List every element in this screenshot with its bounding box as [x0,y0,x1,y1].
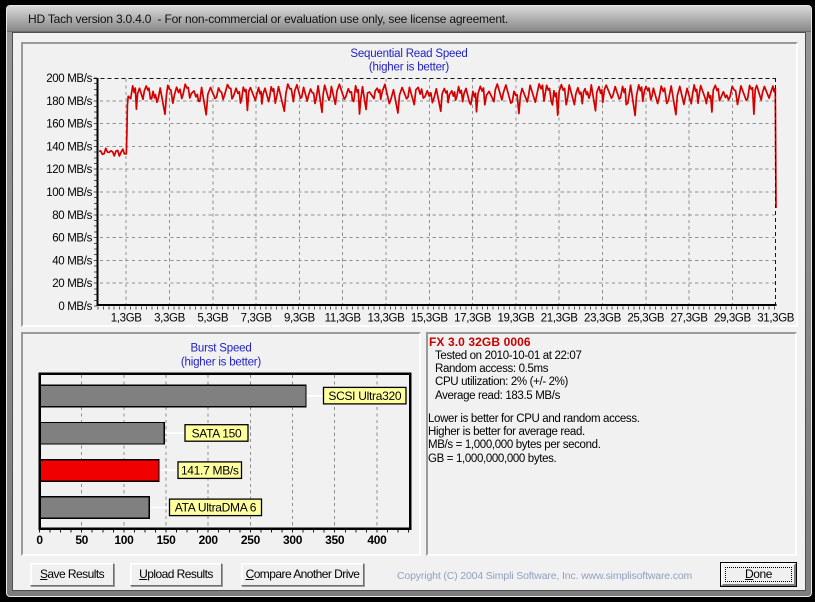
svg-text:SCSI Ultra320: SCSI Ultra320 [328,389,401,403]
svg-text:100 MB/s: 100 MB/s [46,187,92,199]
svg-text:29,3GB: 29,3GB [714,313,752,325]
svg-text:11,3GB: 11,3GB [325,313,362,325]
svg-text:(higher is better): (higher is better) [369,62,449,74]
svg-text:140 MB/s: 140 MB/s [46,141,92,153]
svg-text:23,3GB: 23,3GB [584,313,622,325]
svg-text:Sequential Read Speed: Sequential Read Speed [350,48,467,60]
svg-text:17,3GB: 17,3GB [454,313,492,325]
svg-text:160 MB/s: 160 MB/s [46,119,92,131]
svg-text:200: 200 [199,533,219,547]
svg-text:3,3GB: 3,3GB [154,313,186,325]
svg-text:25,3GB: 25,3GB [627,313,665,325]
svg-text:7,3GB: 7,3GB [241,313,273,325]
svg-text:250: 250 [241,533,261,547]
svg-text:13,3GB: 13,3GB [368,313,406,325]
svg-text:350: 350 [325,533,345,547]
svg-text:15,3GB: 15,3GB [411,313,449,325]
svg-text:(higher is better): (higher is better) [181,357,261,369]
svg-text:180 MB/s: 180 MB/s [46,96,92,108]
svg-text:60 MB/s: 60 MB/s [52,233,92,245]
svg-text:100: 100 [114,533,134,547]
svg-text:SATA 150: SATA 150 [192,426,242,440]
svg-text:300: 300 [283,533,303,547]
svg-text:400: 400 [367,533,387,547]
svg-text:31,3GB: 31,3GB [757,313,795,325]
svg-text:5,3GB: 5,3GB [197,313,229,325]
svg-text:9,3GB: 9,3GB [284,313,316,325]
svg-text:1,3GB: 1,3GB [111,313,143,325]
svg-text:40 MB/s: 40 MB/s [52,255,92,267]
svg-text:50: 50 [75,533,88,547]
svg-text:0: 0 [36,533,43,547]
svg-text:21,3GB: 21,3GB [541,313,579,325]
svg-text:0 MB/s: 0 MB/s [58,301,92,313]
svg-text:120 MB/s: 120 MB/s [46,164,92,176]
svg-text:200 MB/s: 200 MB/s [46,73,92,85]
svg-text:20 MB/s: 20 MB/s [52,278,92,290]
svg-text:27,3GB: 27,3GB [671,313,709,325]
svg-text:ATA UltraDMA 6: ATA UltraDMA 6 [175,501,257,515]
svg-text:150: 150 [156,533,176,547]
svg-text:141.7 MB/s: 141.7 MB/s [181,464,239,478]
svg-text:Burst Speed: Burst Speed [190,343,251,355]
svg-text:80 MB/s: 80 MB/s [52,210,92,222]
svg-text:19,3GB: 19,3GB [497,313,535,325]
